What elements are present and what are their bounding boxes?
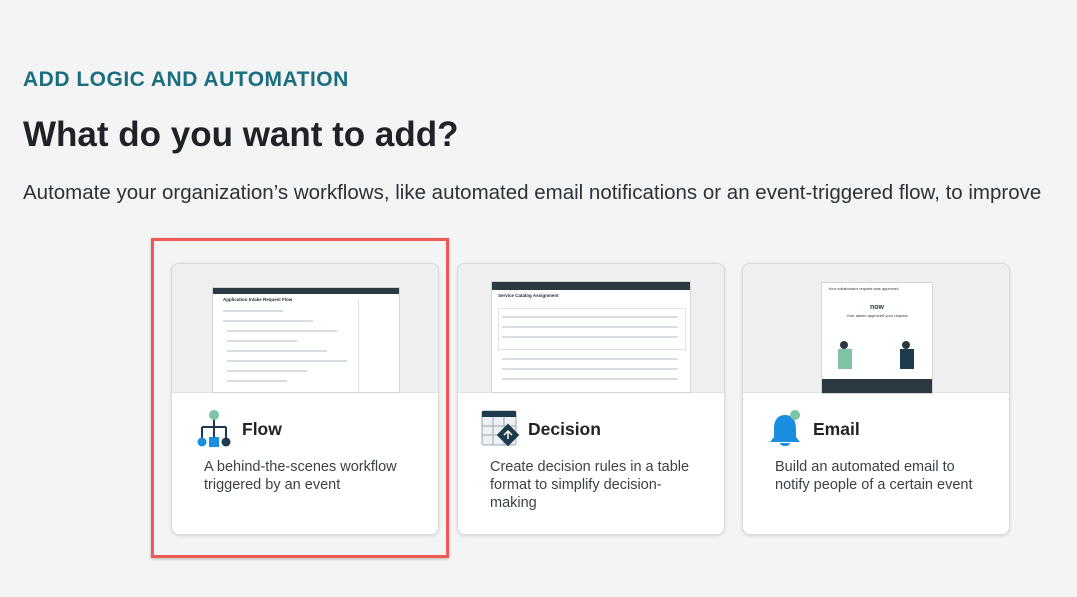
decision-table-icon	[480, 409, 520, 449]
email-preview-heading: Your collaborator request was approved	[828, 286, 899, 291]
email-preview-brand: now	[870, 304, 884, 311]
email-preview-window: Your collaborator request was approved n…	[821, 282, 933, 394]
email-card[interactable]: Your collaborator request was approved n…	[742, 263, 1010, 535]
decision-card[interactable]: Service Catalog Assignment Decision Crea…	[457, 263, 725, 535]
decision-card-description: Create decision rules in a table format …	[490, 459, 690, 511]
page-description: Automate your organization’s workflows, …	[23, 181, 1042, 204]
eyebrow-label: ADD LOGIC AND AUTOMATION	[23, 68, 349, 91]
decision-preview-window: Service Catalog Assignment	[491, 281, 691, 393]
email-card-title: Email	[813, 418, 860, 439]
page-title: What do you want to add?	[23, 115, 459, 154]
decision-preview-title: Service Catalog Assignment	[498, 293, 559, 298]
decision-preview-image: Service Catalog Assignment	[458, 264, 724, 393]
selection-highlight	[151, 238, 449, 558]
email-preview-message: Your admin approved your request	[846, 313, 908, 318]
bell-icon	[765, 409, 805, 449]
email-preview-image: Your collaborator request was approved n…	[743, 264, 1009, 394]
decision-card-title: Decision	[528, 418, 601, 439]
email-card-description: Build an automated email to notify peopl…	[775, 459, 973, 493]
